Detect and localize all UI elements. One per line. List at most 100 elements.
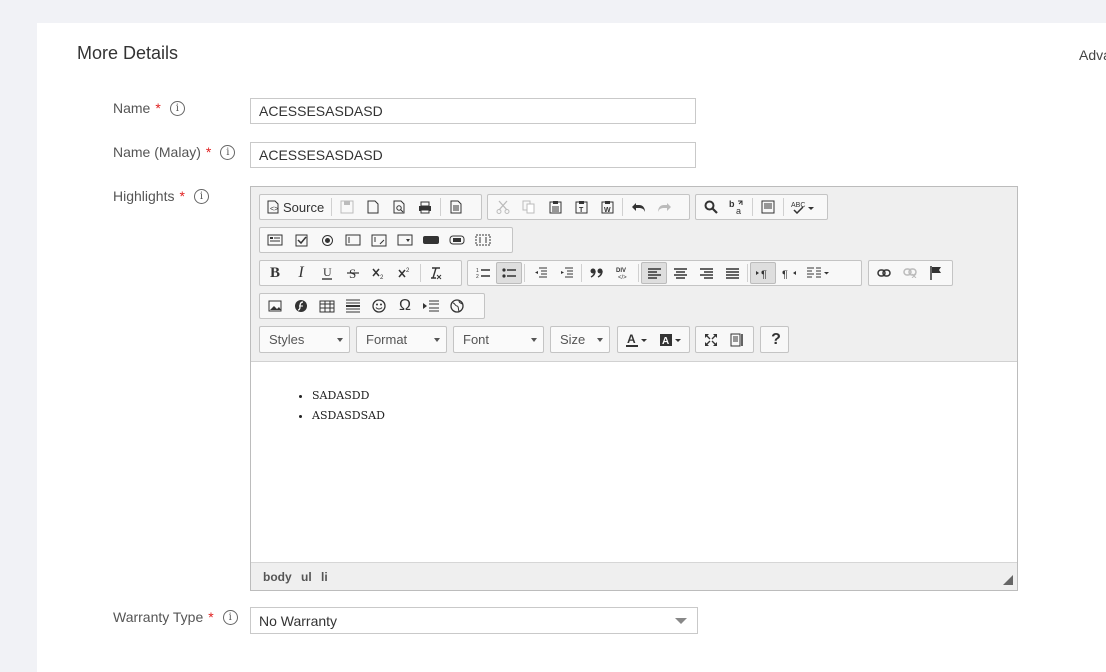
show-blocks-icon <box>730 333 743 346</box>
path-li[interactable]: li <box>321 570 328 584</box>
paste-text-button[interactable]: T <box>568 196 594 218</box>
redo-button[interactable] <box>651 196 677 218</box>
show-blocks-button[interactable] <box>724 329 750 351</box>
horizontal-rule-button[interactable] <box>340 295 366 317</box>
copy-button[interactable] <box>516 196 542 218</box>
svg-text:ABC: ABC <box>791 202 805 209</box>
bold-button[interactable]: B <box>262 262 288 284</box>
required-asterisk: * <box>205 144 212 160</box>
smiley-button[interactable] <box>366 295 392 317</box>
info-icon[interactable]: i <box>222 609 238 625</box>
page-break-button[interactable] <box>418 295 444 317</box>
font-dropdown[interactable]: Font <box>453 326 544 353</box>
advanced-link[interactable]: Adva <box>1079 47 1106 63</box>
paste-button[interactable] <box>542 196 568 218</box>
replace-button[interactable]: ba <box>724 196 750 218</box>
flash-button[interactable] <box>288 295 314 317</box>
unlink-button[interactable] <box>897 262 923 284</box>
indent-button[interactable] <box>553 262 579 284</box>
iframe-button[interactable] <box>444 295 470 317</box>
path-ul[interactable]: ul <box>301 570 312 584</box>
warranty-type-select[interactable]: No Warranty <box>250 607 698 634</box>
name-input[interactable] <box>250 98 696 124</box>
special-char-button[interactable]: Ω <box>392 295 418 317</box>
required-asterisk: * <box>155 100 161 116</box>
table-button[interactable] <box>314 295 340 317</box>
form-button[interactable] <box>262 229 288 251</box>
strike-button[interactable]: S <box>340 262 366 284</box>
link-button[interactable] <box>871 262 897 284</box>
align-left-button[interactable] <box>641 262 667 284</box>
name-malay-input[interactable] <box>250 142 696 168</box>
preview-button[interactable] <box>386 196 412 218</box>
radio-icon <box>321 234 333 246</box>
italic-button[interactable]: I <box>288 262 314 284</box>
text-color-button[interactable]: A <box>620 329 654 351</box>
select-field-button[interactable] <box>392 229 418 251</box>
svg-text:b: b <box>729 199 735 209</box>
image-button[interactable] <box>262 295 288 317</box>
div-button[interactable]: DIV </> <box>610 262 636 284</box>
horizontal-rule-icon <box>346 299 360 313</box>
language-icon <box>807 267 829 278</box>
path-body[interactable]: body <box>263 570 292 584</box>
new-page-button[interactable] <box>360 196 386 218</box>
language-button[interactable] <box>802 262 834 284</box>
paste-word-button[interactable]: W <box>594 196 620 218</box>
styles-dropdown[interactable]: Styles <box>259 326 350 353</box>
info-icon[interactable]: i <box>169 100 185 116</box>
paste-word-icon: W <box>601 201 613 214</box>
select-all-button[interactable] <box>755 196 781 218</box>
source-button[interactable]: <> Source <box>262 196 329 218</box>
align-center-icon <box>673 267 687 279</box>
info-icon[interactable]: i <box>193 188 209 204</box>
align-center-button[interactable] <box>667 262 693 284</box>
radio-button[interactable] <box>314 229 340 251</box>
toolbar-group-document: <> Source <box>259 194 482 220</box>
justify-button[interactable] <box>719 262 745 284</box>
find-button[interactable] <box>698 196 724 218</box>
anchor-button[interactable] <box>923 262 949 284</box>
print-button[interactable] <box>412 196 438 218</box>
form-button-button[interactable] <box>418 229 444 251</box>
toolbar-group-clipboard: T W <box>487 194 690 220</box>
cut-button[interactable] <box>490 196 516 218</box>
size-dropdown[interactable]: Size <box>550 326 610 353</box>
format-dropdown[interactable]: Format <box>356 326 447 353</box>
save-button[interactable] <box>334 196 360 218</box>
blockquote-icon <box>590 268 603 278</box>
image-button-button[interactable] <box>444 229 470 251</box>
blockquote-button[interactable] <box>584 262 610 284</box>
source-label: Source <box>283 199 325 215</box>
flash-icon <box>295 300 307 312</box>
info-icon[interactable]: i <box>220 144 236 160</box>
remove-format-button[interactable] <box>423 262 449 284</box>
subscript-button[interactable]: 2 <box>366 262 392 284</box>
resize-grip-icon[interactable] <box>1003 575 1013 585</box>
bg-color-button[interactable]: A <box>654 329 688 351</box>
underline-button[interactable]: U <box>314 262 340 284</box>
align-right-button[interactable] <box>693 262 719 284</box>
rtl-button[interactable]: ¶ <box>776 262 802 284</box>
undo-button[interactable] <box>625 196 651 218</box>
ltr-button[interactable]: ¶ <box>750 262 776 284</box>
spellcheck-button[interactable]: ABC <box>786 196 820 218</box>
link-icon <box>877 269 891 277</box>
format-label: Format <box>366 332 408 347</box>
numbered-list-button[interactable]: 12 <box>470 262 496 284</box>
editor-content-area[interactable]: SADASDD ASDASDSAD <box>251 362 1017 562</box>
superscript-icon: 2 <box>398 268 410 278</box>
replace-icon: ba <box>729 199 743 215</box>
textfield-button[interactable] <box>340 229 366 251</box>
hidden-field-button[interactable] <box>470 229 496 251</box>
maximize-button[interactable] <box>698 329 724 351</box>
superscript-button[interactable]: 2 <box>392 262 418 284</box>
outdent-button[interactable] <box>527 262 553 284</box>
bulleted-list-button[interactable] <box>496 262 522 284</box>
required-asterisk: * <box>208 609 214 625</box>
help-button[interactable]: ? <box>763 329 789 351</box>
spellcheck-icon: ABC <box>791 202 814 214</box>
textarea-button[interactable] <box>366 229 392 251</box>
checkbox-button[interactable] <box>288 229 314 251</box>
templates-button[interactable] <box>443 196 469 218</box>
